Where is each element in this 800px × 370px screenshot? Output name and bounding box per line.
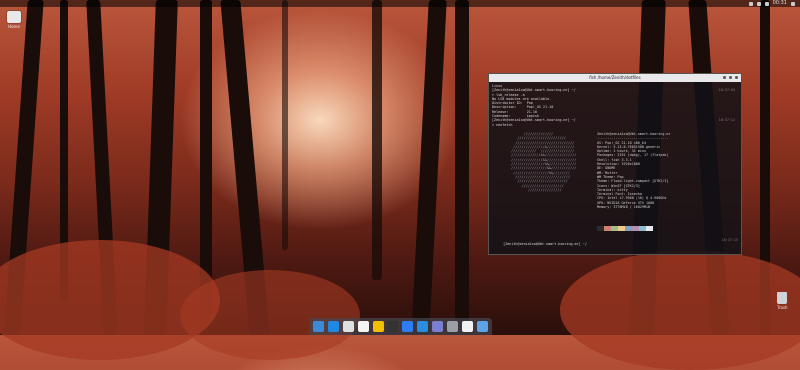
calendar-icon[interactable] xyxy=(357,321,369,332)
prompt-text: [Zenith@zenia1xo@Ubt-smart-hooring-mr] ~… xyxy=(503,242,587,247)
desktop-trash[interactable]: Trash xyxy=(777,292,788,310)
volume-icon[interactable] xyxy=(756,1,761,6)
terminal-titlebar[interactable]: fish /home/Zenith/dotfiles xyxy=(489,74,741,82)
system-info-line: Theme: Flood-light-compact [GTK2/3] xyxy=(597,179,669,184)
appstore-icon[interactable] xyxy=(402,321,414,332)
desktop-icon-label: Trash xyxy=(777,305,788,310)
desktop-home-folder[interactable]: Home xyxy=(7,11,21,29)
system-info-line: Memory: 3776MiB / 16029MiB xyxy=(597,205,651,210)
color-swatch xyxy=(639,226,646,231)
text-editor-icon[interactable] xyxy=(387,321,399,332)
color-swatch xyxy=(604,226,611,231)
browser-icon[interactable] xyxy=(327,321,339,332)
music-icon[interactable] xyxy=(432,321,444,332)
color-swatch xyxy=(625,226,632,231)
color-swatch xyxy=(618,226,625,231)
desktop-icon-label: Home xyxy=(8,24,20,29)
terminal-prompt-final[interactable]: [Zenith@zenia1xo@Ubt-smart-hooring-mr] ~… xyxy=(492,236,590,253)
files-icon[interactable] xyxy=(312,321,324,332)
trash-icon xyxy=(777,292,788,304)
terminal-title: fish /home/Zenith/dotfiles xyxy=(589,75,641,80)
color-swatch xyxy=(646,226,653,231)
system-info-line: ----------------------------------- xyxy=(597,136,669,141)
terminal-window[interactable]: fish /home/Zenith/dotfiles Linux [Zenith@… xyxy=(488,73,742,255)
battery-icon[interactable] xyxy=(764,1,769,6)
terminal-icon[interactable] xyxy=(462,321,474,332)
color-palette xyxy=(597,226,653,231)
settings-icon[interactable] xyxy=(447,321,459,332)
dock xyxy=(309,318,492,335)
vscode-icon[interactable] xyxy=(417,321,429,332)
color-swatch xyxy=(611,226,618,231)
color-swatch xyxy=(597,226,604,231)
clock[interactable]: 00:31 xyxy=(773,0,787,7)
network-icon[interactable] xyxy=(748,1,753,6)
system-info: Zenith@zenia1xo@Ubt-smart-hooring-mr ----… xyxy=(597,132,671,209)
prompt-time: 10:37:15 xyxy=(721,238,738,242)
color-swatch xyxy=(632,226,639,231)
power-icon[interactable] xyxy=(791,1,795,6)
minimize-icon[interactable] xyxy=(723,76,726,79)
terminal-output[interactable]: Linux [Zenith@zenia1xo@Ubt-smart-hooring-… xyxy=(489,82,741,129)
close-icon[interactable] xyxy=(735,76,738,79)
mail-icon[interactable] xyxy=(342,321,354,332)
folder-icon[interactable] xyxy=(372,321,384,332)
terminal-line: > neofetch xyxy=(492,123,738,127)
terminal-line-text: > neofetch xyxy=(492,122,513,127)
maximize-icon[interactable] xyxy=(729,76,732,79)
distro-logo-ascii: ////////////// /////////////////////// /… xyxy=(511,132,577,192)
image-viewer-icon[interactable] xyxy=(476,321,488,332)
folder-icon xyxy=(7,11,21,23)
top-panel: 00:31 xyxy=(0,0,800,7)
